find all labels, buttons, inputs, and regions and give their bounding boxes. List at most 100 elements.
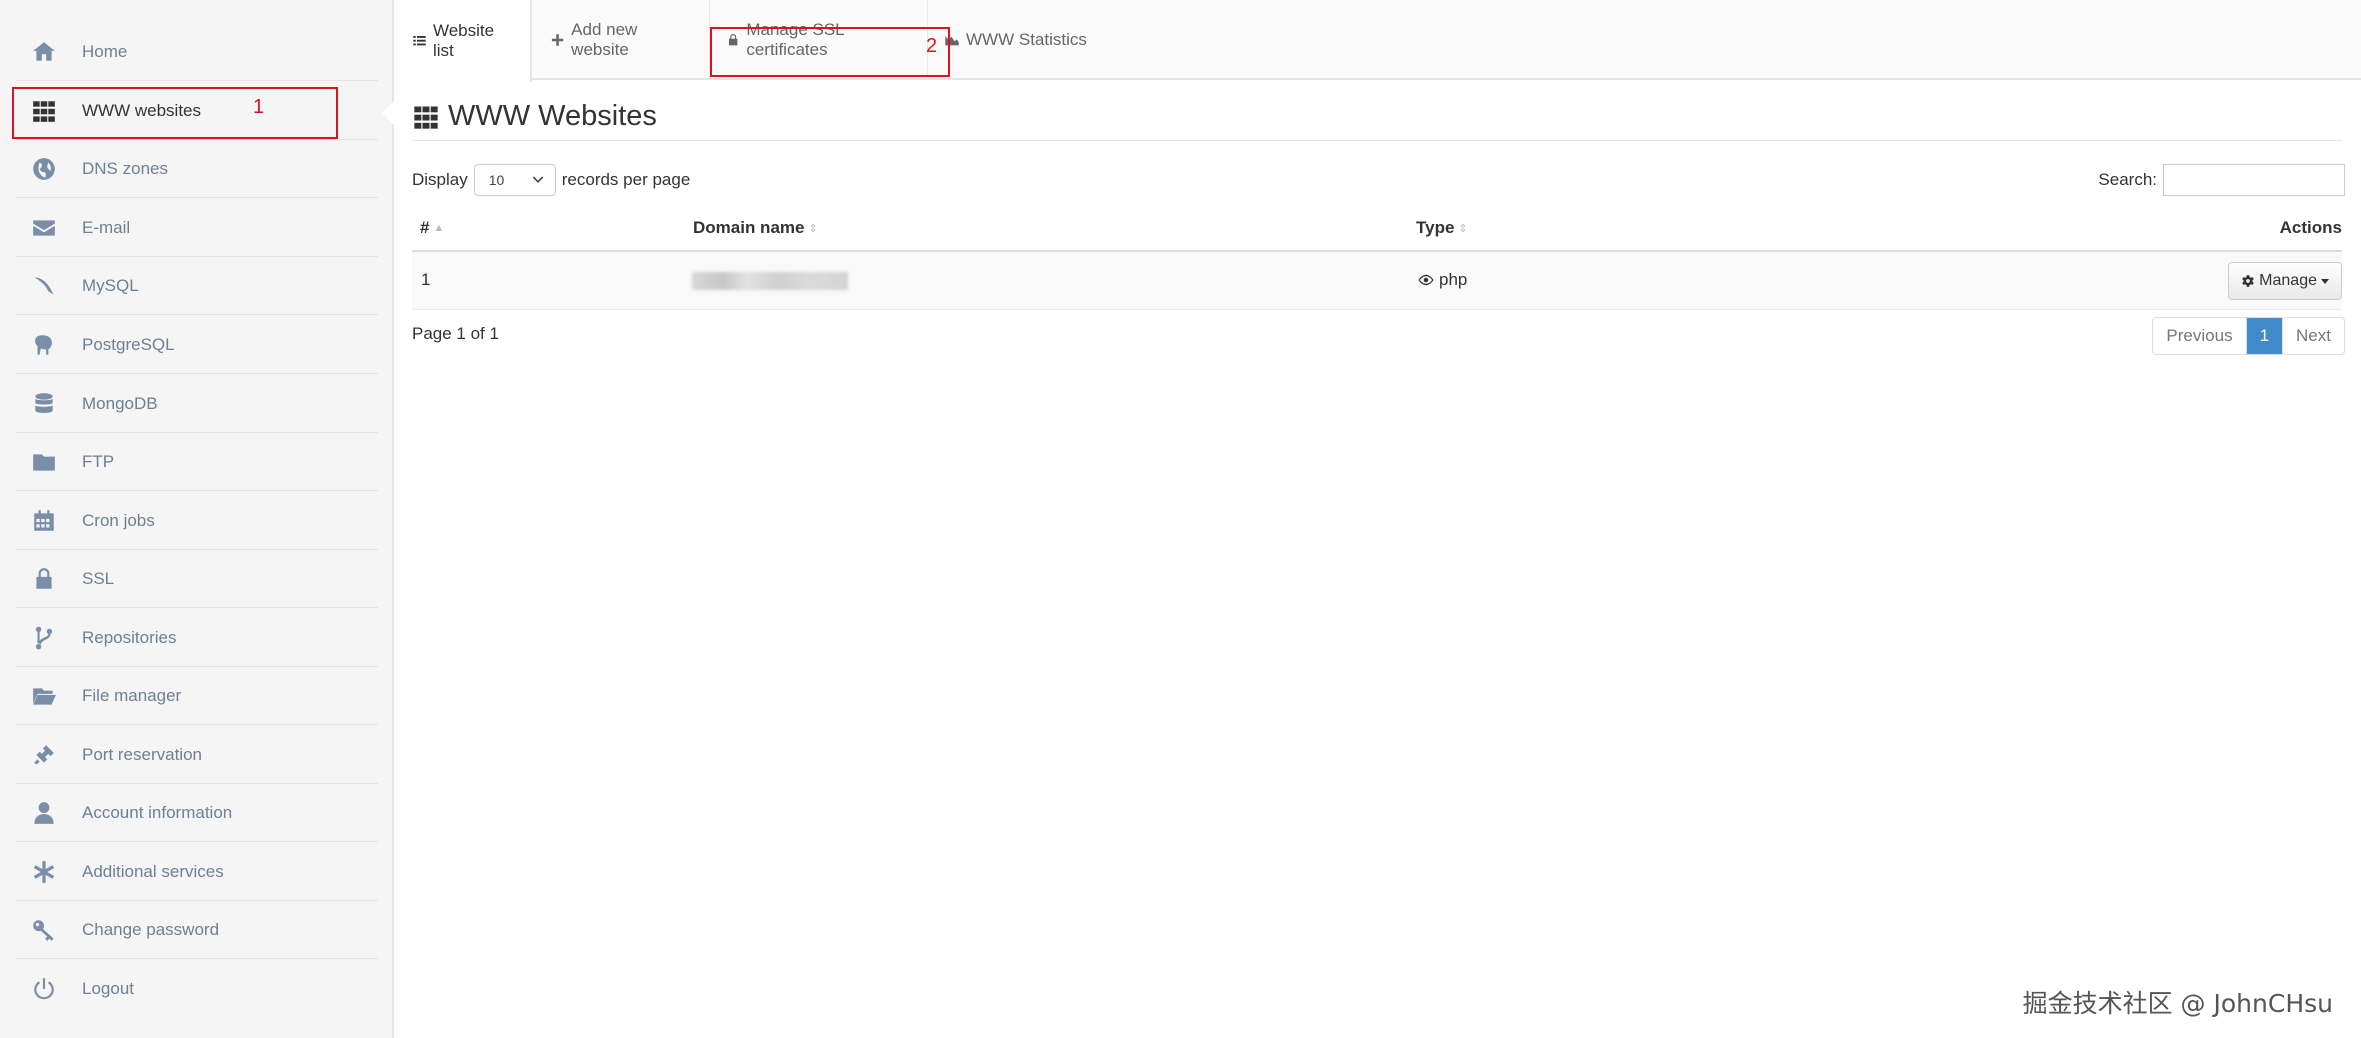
sidebar-item-label: E-mail	[82, 217, 131, 237]
manage-button[interactable]: Manage	[2228, 262, 2342, 300]
search-label: Search:	[2098, 170, 2157, 189]
elephant-icon	[30, 331, 58, 359]
sidebar-item-label: Cron jobs	[82, 510, 155, 530]
page-title-text: WWW Websites	[448, 100, 657, 132]
plus-icon	[551, 34, 564, 46]
sidebar-item-label: Change password	[82, 919, 220, 939]
sidebar-item-account-information[interactable]: Account information	[16, 784, 378, 842]
redacted-domain	[692, 272, 848, 290]
sidebar: Home WWW websites DNS zones E-mail MySQL…	[0, 0, 394, 1038]
globe-icon	[30, 155, 58, 183]
database-icon	[30, 390, 58, 418]
user-icon	[30, 799, 58, 827]
sidebar-item-label: MongoDB	[82, 393, 158, 413]
sidebar-item-cron-jobs[interactable]: Cron jobs	[16, 492, 378, 550]
caret-down-icon	[2321, 278, 2329, 284]
home-icon	[30, 38, 58, 66]
folder-open-icon	[30, 682, 58, 710]
sidebar-item-file-manager[interactable]: File manager	[16, 667, 378, 725]
title-divider	[412, 140, 2342, 141]
plug-icon	[30, 741, 58, 769]
lock-icon	[30, 565, 58, 593]
pagination: Previous 1 Next	[2152, 317, 2345, 355]
active-indicator-arrow	[382, 101, 394, 125]
tab-label: Add new website	[571, 20, 638, 59]
pagination-next[interactable]: Next	[2283, 318, 2344, 354]
watermark: 掘金技术社区 @ JohnCHsu	[2022, 989, 2333, 1018]
sidebar-item-label: Additional services	[82, 861, 224, 881]
calendar-icon	[30, 507, 58, 535]
pagination-current-page[interactable]: 1	[2246, 318, 2284, 354]
sidebar-item-additional-services[interactable]: Additional services	[16, 843, 378, 901]
sidebar-item-label: Account information	[82, 802, 233, 822]
sidebar-item-label: MySQL	[82, 275, 139, 295]
column-header-index[interactable]: # ▲	[420, 218, 444, 238]
sidebar-item-logout[interactable]: Logout	[16, 960, 378, 1018]
websites-table: # ▲ Domain name ⇕ Type ⇕ Actions 1 php Mana…	[412, 212, 2342, 310]
sidebar-item-change-password[interactable]: Change password	[16, 901, 378, 959]
annotation-number-2: 2	[926, 35, 938, 57]
annotation-number-1: 1	[253, 96, 265, 118]
search-input[interactable]	[2163, 164, 2345, 196]
chevron-down-icon	[532, 176, 543, 183]
sidebar-item-email[interactable]: E-mail	[16, 199, 378, 257]
sidebar-item-label: Logout	[82, 979, 134, 998]
dolphin-icon	[30, 272, 58, 300]
search-control: Search:	[2098, 164, 2345, 196]
tab-website-list[interactable]: Website list	[396, 0, 532, 82]
page-title: WWW Websites	[412, 100, 657, 133]
sidebar-item-repositories[interactable]: Repositories	[16, 609, 378, 667]
cell-index: 1	[421, 270, 431, 289]
table-row: 1 php Manage	[412, 252, 2342, 310]
tab-add-new-website[interactable]: Add new website	[534, 0, 710, 80]
select-value: 10	[488, 172, 505, 188]
envelope-icon	[30, 214, 58, 242]
annotation-box-1	[12, 87, 338, 139]
sidebar-item-label: DNS zones	[82, 158, 168, 178]
sidebar-item-label: Repositories	[82, 627, 177, 647]
display-label: Display	[412, 170, 468, 189]
tab-label: WWW Statistics	[966, 30, 1087, 49]
column-header-type[interactable]: Type ⇕	[1416, 218, 1468, 238]
gear-icon	[2242, 275, 2254, 287]
sidebar-item-label: File manager	[82, 685, 182, 705]
sidebar-item-label: PostgreSQL	[82, 334, 175, 354]
tab-bar: Website list Add new website Manage SSL …	[396, 0, 2361, 82]
sidebar-item-ssl[interactable]: SSL	[16, 550, 378, 608]
sort-icon: ⇕	[808, 222, 818, 235]
sidebar-item-mongodb[interactable]: MongoDB	[16, 375, 378, 433]
sidebar-item-label: Port reservation	[82, 744, 202, 764]
sidebar-item-mysql[interactable]: MySQL	[16, 257, 378, 315]
sidebar-item-label: FTP	[82, 451, 115, 471]
sidebar-item-dns-zones[interactable]: DNS zones	[16, 140, 378, 198]
cell-type: php	[1417, 270, 1467, 290]
grid-icon	[414, 106, 438, 129]
records-per-page-select[interactable]: 10	[473, 164, 556, 196]
pagination-previous[interactable]: Previous	[2153, 318, 2247, 354]
annotation-box-2	[710, 27, 950, 77]
sidebar-item-label: SSL	[82, 568, 115, 588]
sort-asc-icon: ▲	[433, 222, 445, 234]
tab-label: Website list	[432, 21, 495, 60]
table-header: # ▲ Domain name ⇕ Type ⇕ Actions	[412, 212, 2342, 252]
page-info: Page 1 of 1	[412, 324, 499, 343]
cell-domain-redacted	[692, 272, 848, 290]
records-label: records per page	[561, 170, 691, 189]
main-content: Website list Add new website Manage SSL …	[396, 0, 2361, 1038]
branch-icon	[30, 624, 58, 652]
column-header-actions: Actions	[2279, 218, 2342, 237]
sort-icon: ⇕	[1458, 222, 1468, 235]
sidebar-item-port-reservation[interactable]: Port reservation	[16, 726, 378, 784]
sidebar-item-home[interactable]: Home	[16, 23, 378, 81]
list-icon	[413, 36, 426, 46]
column-header-domain[interactable]: Domain name ⇕	[693, 218, 818, 238]
key-icon	[30, 916, 58, 944]
folder-icon	[30, 448, 58, 476]
power-icon	[30, 975, 58, 1003]
eye-icon	[1418, 274, 1434, 286]
sidebar-item-ftp[interactable]: FTP	[16, 433, 378, 491]
records-per-page-control: Display 10 records per page	[412, 164, 690, 196]
manage-label: Manage	[2259, 272, 2317, 289]
tab-www-statistics[interactable]: WWW Statistics	[928, 0, 1108, 80]
sidebar-item-postgresql[interactable]: PostgreSQL	[16, 316, 378, 374]
